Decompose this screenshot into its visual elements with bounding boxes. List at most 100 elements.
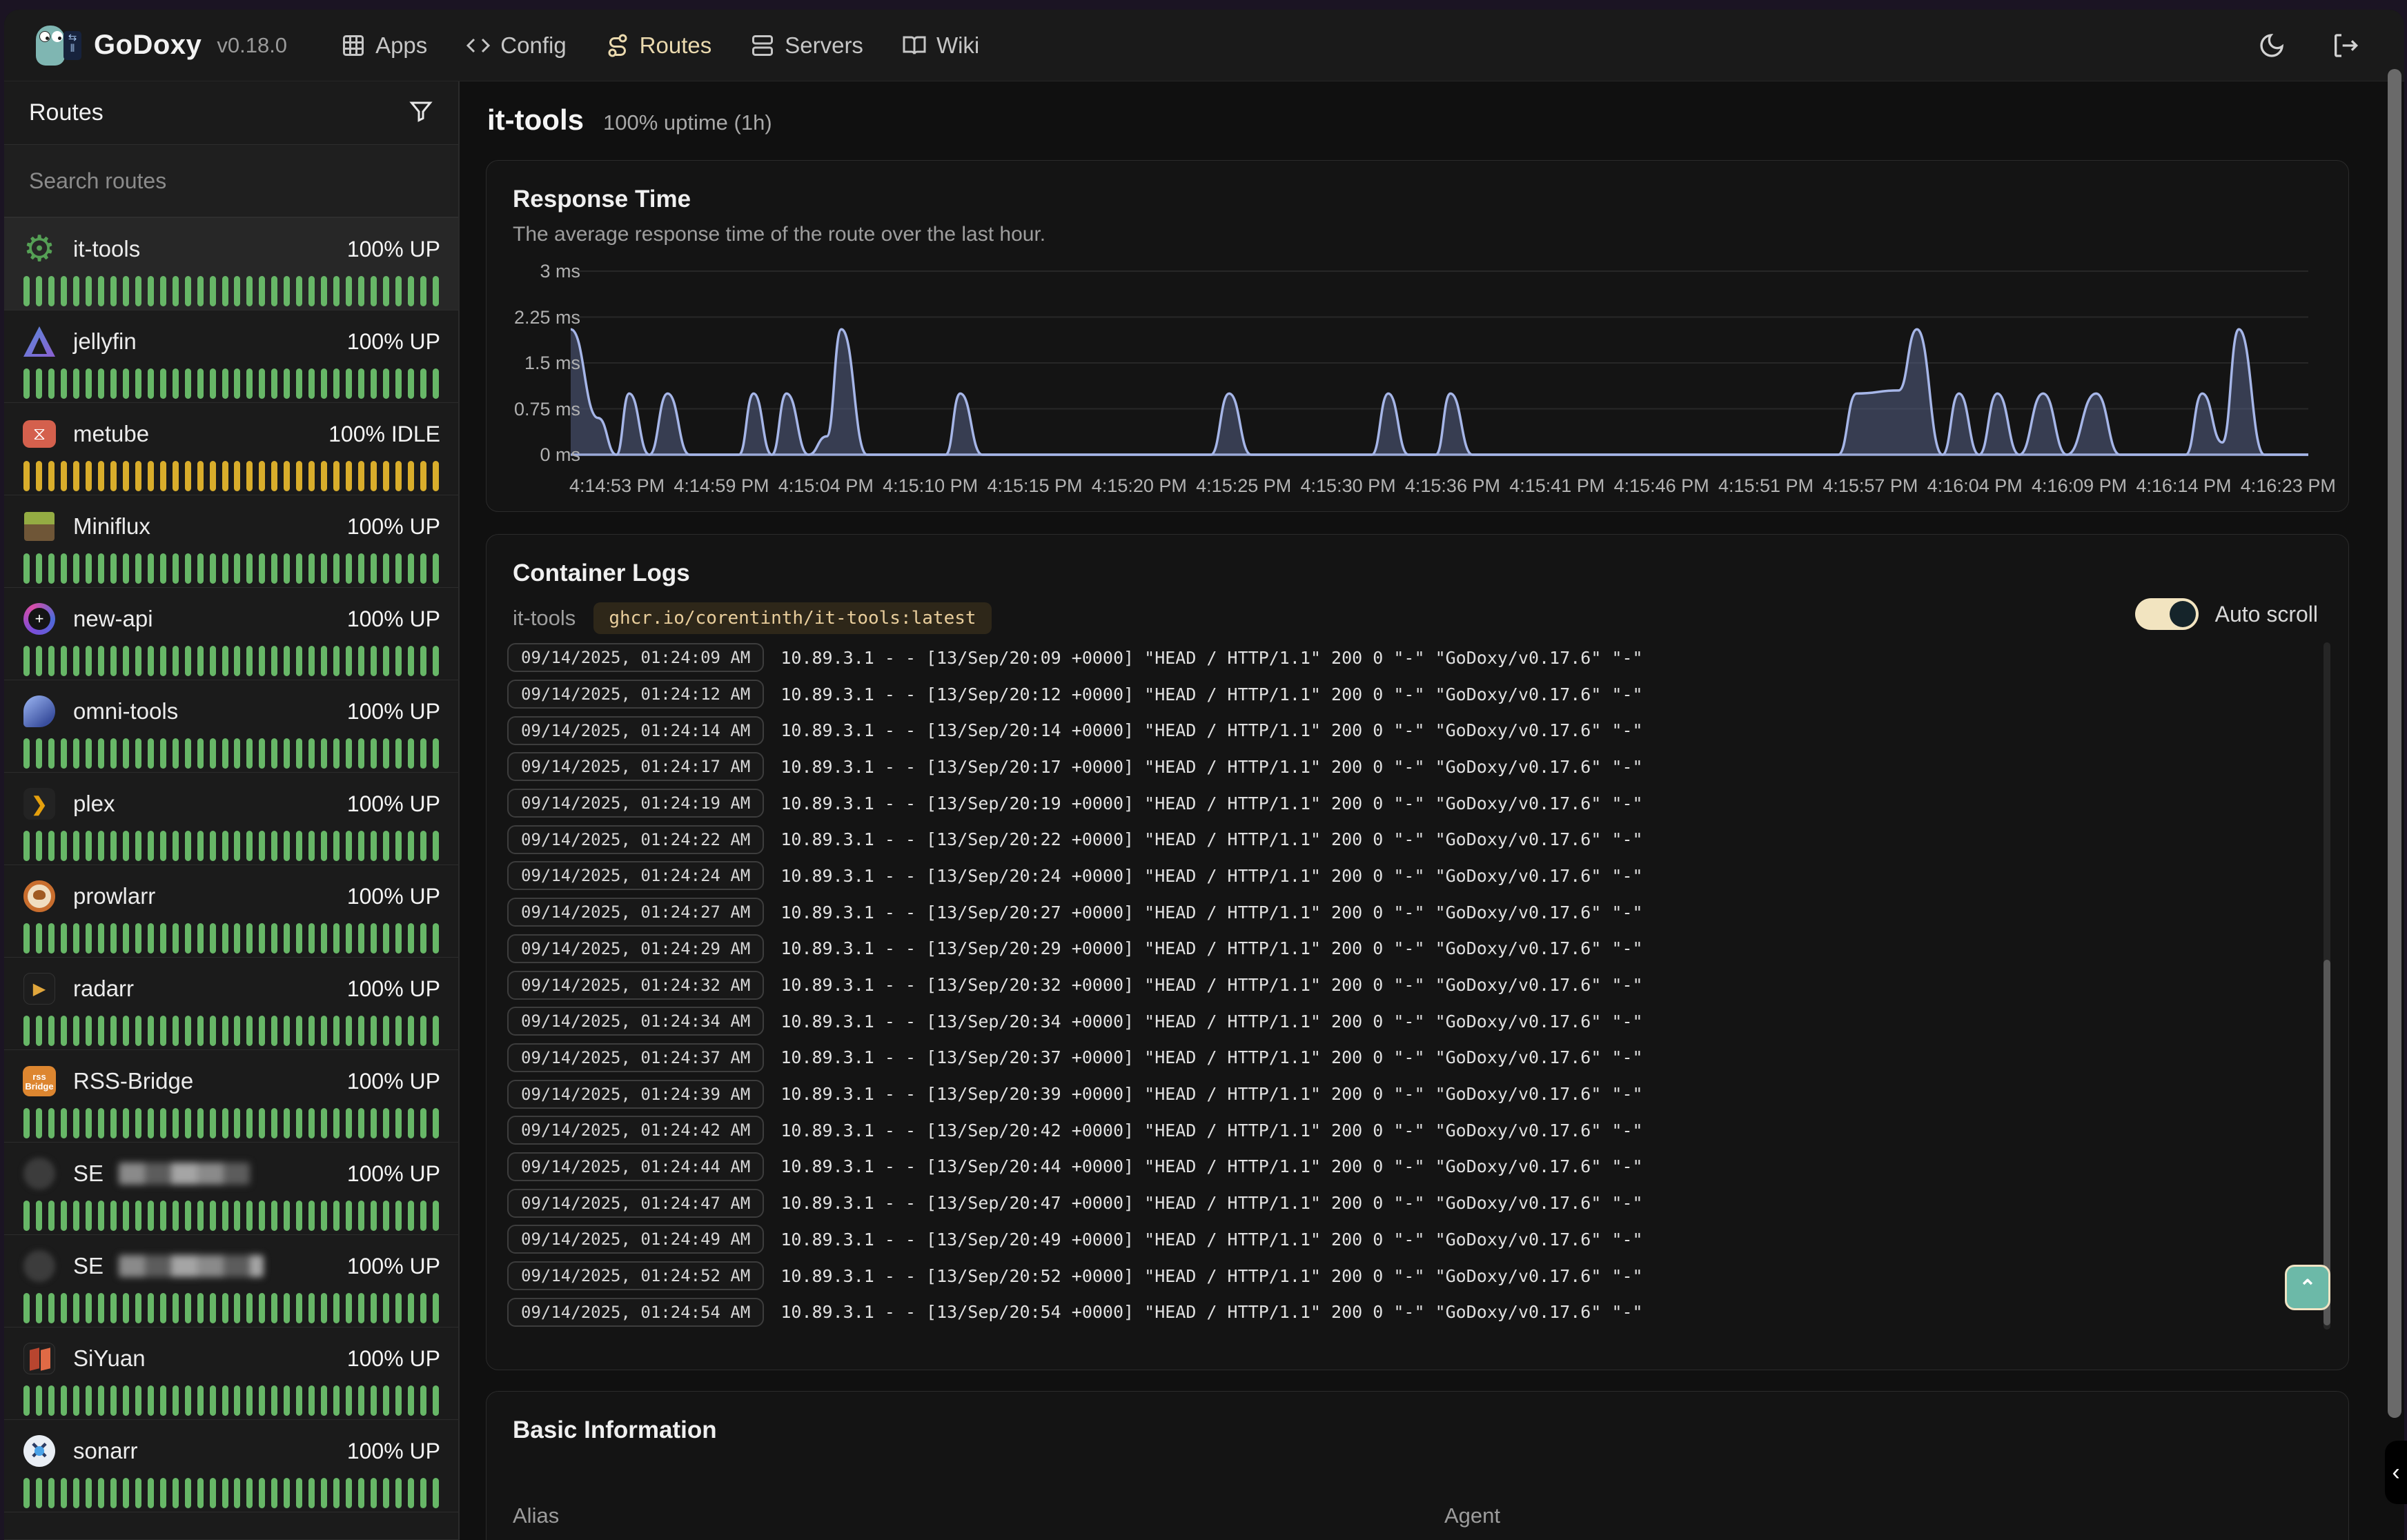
nav-item-servers[interactable]: Servers	[750, 32, 863, 59]
history-bar	[420, 738, 426, 769]
history-bar	[160, 553, 166, 584]
history-bar	[61, 831, 67, 861]
history-bar	[73, 1108, 79, 1138]
history-bar	[23, 1201, 30, 1231]
history-bar	[284, 1293, 290, 1323]
route-list-item[interactable]: ⧖ metube 100% IDLE	[4, 403, 458, 495]
history-bar	[48, 1478, 55, 1508]
history-bar	[371, 276, 377, 306]
history-bar	[185, 276, 191, 306]
history-bar	[135, 831, 141, 861]
history-bar	[210, 461, 216, 491]
history-bar	[123, 461, 129, 491]
route-name: prowlarr	[73, 883, 155, 909]
page-title: it-tools	[487, 103, 584, 137]
log-message: 10.89.3.1 - - [13/Sep/20:14 +0000] "HEAD…	[780, 720, 1642, 740]
page-scrollbar-thumb[interactable]	[2388, 69, 2401, 1418]
history-bar	[123, 1108, 129, 1138]
history-bar	[185, 368, 191, 399]
basic-information-grid: Alias it-tools Agent None Host	[513, 1483, 2348, 1540]
history-bar	[271, 1016, 277, 1046]
log-row: 09/14/2025, 01:24:17 AM10.89.3.1 - - [13…	[507, 749, 2301, 785]
history-bar	[308, 368, 315, 399]
route-list-item[interactable]: SE 100% UP	[4, 1143, 458, 1235]
route-list-item[interactable]: Miniflux 100% UP	[4, 495, 458, 588]
history-bar	[433, 553, 439, 584]
history-bar	[86, 1385, 92, 1416]
route-list-item-partial	[4, 1512, 458, 1540]
route-list-item[interactable]: ❯ plex 100% UP	[4, 773, 458, 865]
log-row: 09/14/2025, 01:24:27 AM10.89.3.1 - - [13…	[507, 894, 2301, 931]
nav-item-routes[interactable]: Routes	[605, 32, 712, 59]
log-message: 10.89.3.1 - - [13/Sep/20:09 +0000] "HEAD…	[780, 648, 1642, 668]
scroll-to-top-button[interactable]: ⌃	[2285, 1265, 2330, 1310]
history-bar	[148, 923, 154, 954]
history-bar	[185, 646, 191, 676]
history-bar	[296, 1478, 302, 1508]
history-bar	[395, 1293, 402, 1323]
route-list-item[interactable]: SiYuan 100% UP	[4, 1327, 458, 1420]
filter-button[interactable]	[409, 99, 433, 127]
nav-item-apps[interactable]: Apps	[341, 32, 427, 59]
history-bar	[98, 1293, 104, 1323]
history-bar	[321, 646, 327, 676]
history-bar	[346, 831, 352, 861]
route-list-item[interactable]: jellyfin 100% UP	[4, 310, 458, 403]
history-bar	[135, 738, 141, 769]
moon-theme-toggle-icon[interactable]	[2258, 32, 2286, 59]
history-bar	[98, 1108, 104, 1138]
history-bar	[86, 1201, 92, 1231]
x-axis-tick-label: 4:15:51 PM	[1718, 475, 1814, 497]
history-bar	[123, 1016, 129, 1046]
route-list-item[interactable]: ⚙ it-tools 100% UP	[4, 218, 458, 310]
log-timestamp-pill: 09/14/2025, 01:24:09 AM	[507, 643, 764, 672]
route-list-item[interactable]: SE 100% UP	[4, 1235, 458, 1327]
container-logs-card: Container Logs it-tools ghcr.io/corentin…	[486, 534, 2349, 1370]
history-bar	[210, 1016, 216, 1046]
logout-icon[interactable]	[2331, 32, 2359, 59]
log-row: 09/14/2025, 01:24:24 AM10.89.3.1 - - [13…	[507, 858, 2301, 894]
collapse-panel-button[interactable]: ‹	[2385, 1441, 2407, 1504]
route-list-item[interactable]: rssBridge RSS-Bridge 100% UP	[4, 1050, 458, 1143]
route-list-item[interactable]: + new-api 100% UP	[4, 588, 458, 680]
history-bar	[48, 831, 55, 861]
history-bar	[86, 1108, 92, 1138]
history-bar	[284, 276, 290, 306]
search-input[interactable]	[4, 145, 458, 217]
code-icon	[466, 33, 491, 58]
history-bar	[61, 646, 67, 676]
nav-item-wiki[interactable]: Wiki	[902, 32, 979, 59]
siyuan-icon	[23, 1343, 55, 1374]
history-bar	[73, 461, 79, 491]
history-bar	[395, 1478, 402, 1508]
history-bar	[173, 461, 179, 491]
route-name: plex	[73, 791, 115, 817]
nav-item-config[interactable]: Config	[466, 32, 566, 59]
auto-scroll-toggle[interactable]	[2135, 598, 2199, 630]
log-row: 09/14/2025, 01:24:44 AM10.89.3.1 - - [13…	[507, 1149, 2301, 1185]
log-message: 10.89.3.1 - - [13/Sep/20:54 +0000] "HEAD…	[780, 1302, 1642, 1322]
log-timestamp-pill: 09/14/2025, 01:24:29 AM	[507, 934, 764, 963]
route-list-item[interactable]: omni-tools 100% UP	[4, 680, 458, 773]
history-bar	[36, 831, 42, 861]
history-bar	[222, 646, 228, 676]
history-bar	[173, 646, 179, 676]
route-list-item[interactable]: prowlarr 100% UP	[4, 865, 458, 958]
history-bar	[222, 923, 228, 954]
log-scrollbar-track[interactable]	[2324, 642, 2330, 1330]
history-bar	[61, 1016, 67, 1046]
route-list-item[interactable]: ✕ sonarr 100% UP	[4, 1420, 458, 1512]
basic-information-title: Basic Information	[513, 1416, 2348, 1444]
history-bar	[36, 276, 42, 306]
miniflux-icon	[24, 512, 55, 541]
history-bar	[383, 461, 389, 491]
history-bar	[234, 553, 240, 584]
prowlarr-icon	[23, 880, 55, 912]
route-list-item[interactable]: ▶ radarr 100% UP	[4, 958, 458, 1050]
history-bar	[73, 1201, 79, 1231]
route-status-badge: 100% UP	[347, 791, 440, 817]
history-bar	[36, 923, 42, 954]
history-bar	[61, 1201, 67, 1231]
history-bar	[173, 553, 179, 584]
history-bar	[210, 553, 216, 584]
